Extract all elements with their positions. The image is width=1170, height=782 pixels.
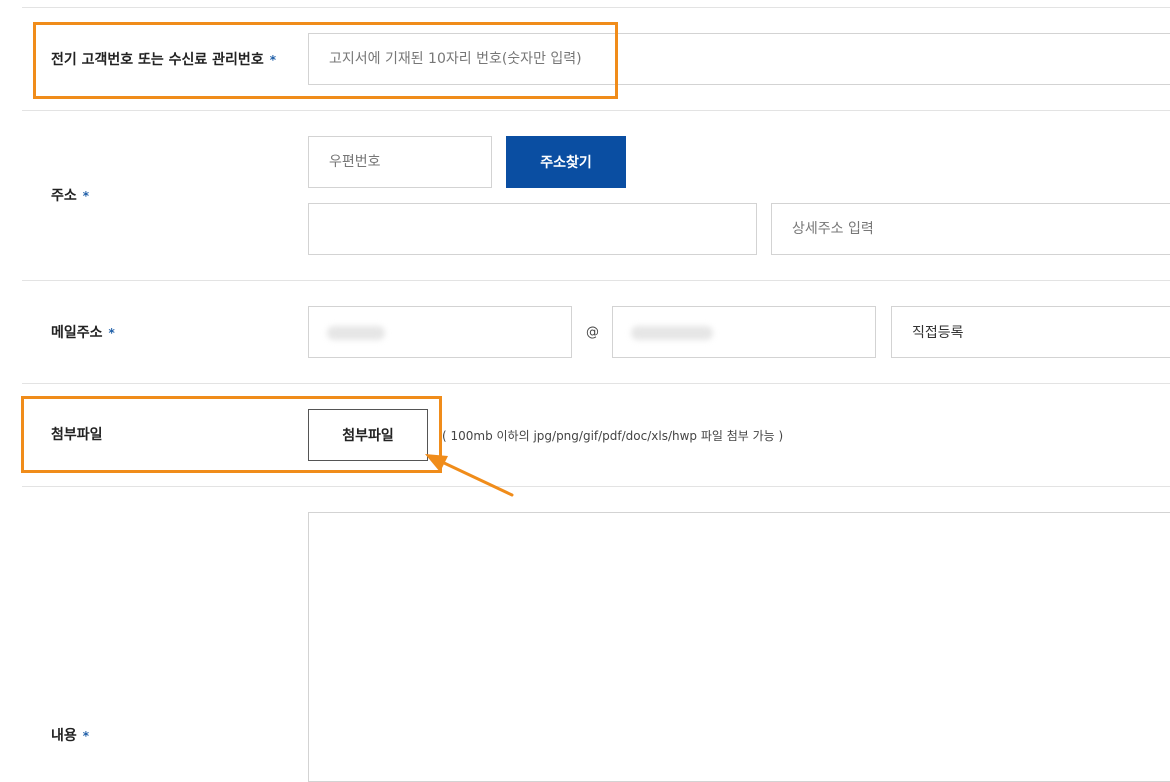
required-star: * [82, 729, 90, 743]
required-star: * [269, 53, 276, 67]
required-star: * [82, 189, 90, 203]
email-id-input[interactable] [308, 306, 572, 358]
content-textarea[interactable] [308, 512, 1170, 782]
address-label: 주소 * [51, 187, 89, 205]
row-divider [22, 383, 1170, 384]
address-detail-input[interactable] [771, 203, 1170, 255]
content-label: 내용 * [51, 727, 89, 745]
customer-number-label-text: 전기 고객번호 또는 수신료 관리번호 [51, 52, 264, 68]
attachment-label-text: 첨부파일 [51, 427, 103, 443]
email-label-text: 메일주소 [51, 325, 103, 341]
row-divider [22, 7, 1170, 8]
required-star: * [108, 326, 115, 340]
email-domain-select[interactable]: 직접등록 [891, 306, 1170, 358]
row-divider [22, 486, 1170, 487]
at-symbol: @ [586, 325, 599, 340]
customer-number-label: 전기 고객번호 또는 수신료 관리번호 * [51, 51, 276, 69]
address-search-button[interactable]: 주소찾기 [506, 136, 626, 188]
customer-number-input[interactable] [308, 33, 1170, 85]
attach-file-button[interactable]: 첨부파일 [308, 409, 428, 461]
email-domain-select-value: 직접등록 [912, 325, 964, 341]
address-main-input[interactable] [308, 203, 757, 255]
blurred-email-id [327, 326, 385, 340]
zipcode-input[interactable] [308, 136, 492, 188]
blurred-email-domain [631, 326, 713, 340]
attachment-label: 첨부파일 [51, 426, 103, 444]
row-divider [22, 280, 1170, 281]
email-domain-input[interactable] [612, 306, 876, 358]
row-divider [22, 110, 1170, 111]
address-label-text: 주소 [51, 188, 77, 204]
content-label-text: 내용 [51, 728, 77, 744]
email-label: 메일주소 * [51, 324, 115, 342]
attachment-hint: ( 100mb 이하의 jpg/png/gif/pdf/doc/xls/hwp … [442, 429, 784, 443]
